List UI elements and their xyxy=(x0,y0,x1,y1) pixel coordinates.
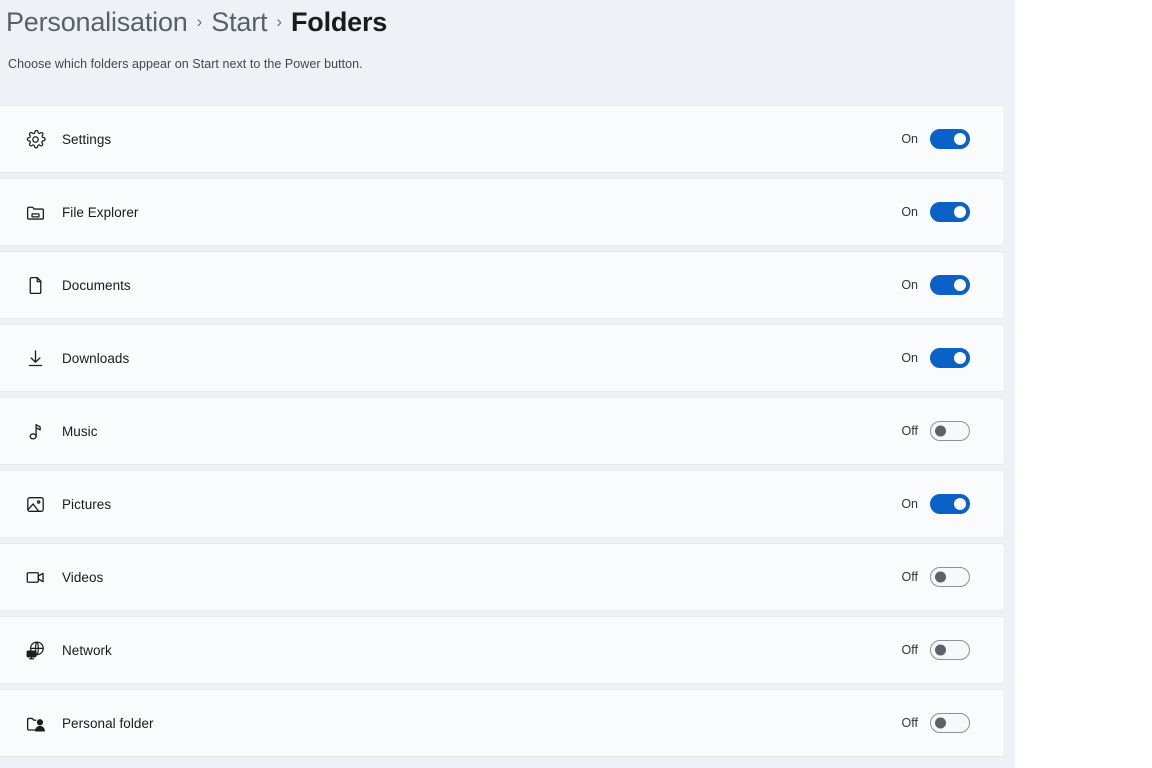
toggle-knob xyxy=(954,206,966,218)
toggle-state-label-settings: On xyxy=(901,132,918,146)
toggle-state-label-personal-folder: Off xyxy=(901,716,918,730)
setting-row-downloads[interactable]: Downloads On xyxy=(0,324,1005,392)
toggle-switch-settings[interactable] xyxy=(930,129,970,149)
toggle-knob xyxy=(935,644,946,656)
personal-folder-icon xyxy=(20,708,50,738)
breadcrumb: Personalisation › Start › Folders xyxy=(6,0,1015,44)
setting-control-documents: On xyxy=(898,275,992,295)
setting-label-settings: Settings xyxy=(62,131,112,147)
setting-label-pictures: Pictures xyxy=(62,496,112,512)
toggle-switch-file-explorer[interactable] xyxy=(930,202,970,222)
toggle-knob xyxy=(954,352,966,364)
toggle-switch-downloads[interactable] xyxy=(930,348,970,368)
gear-icon xyxy=(20,124,50,154)
toggle-switch-personal-folder[interactable] xyxy=(930,713,970,733)
toggle-state-label-music: Off xyxy=(901,424,918,438)
toggle-knob xyxy=(935,425,946,437)
setting-label-documents: Documents xyxy=(62,277,131,293)
toggle-state-label-pictures: On xyxy=(901,497,918,511)
breadcrumb-separator-icon: › xyxy=(196,12,203,31)
setting-row-personal-folder[interactable]: Personal folder Off xyxy=(0,689,1005,757)
setting-label-videos: Videos xyxy=(62,569,104,585)
download-icon xyxy=(20,343,50,373)
setting-label-music: Music xyxy=(62,423,98,439)
setting-row-file-explorer[interactable]: File Explorer On xyxy=(0,178,1005,246)
toggle-switch-videos[interactable] xyxy=(930,567,970,587)
setting-control-file-explorer: On xyxy=(898,202,992,222)
setting-row-network[interactable]: Network Off xyxy=(0,616,1005,684)
setting-row-music[interactable]: Music Off xyxy=(0,397,1005,465)
setting-row-documents[interactable]: Documents On xyxy=(0,251,1005,319)
setting-label-network: Network xyxy=(62,642,112,658)
setting-label-personal-folder: Personal folder xyxy=(62,715,154,731)
page-header: Personalisation › Start › Folders Choose whi… xyxy=(0,0,1015,71)
breadcrumb-item-personalisation[interactable]: Personalisation xyxy=(6,2,188,42)
setting-control-pictures: On xyxy=(898,494,992,514)
setting-label-file-explorer: File Explorer xyxy=(62,204,139,220)
page-description: Choose which folders appear on Start nex… xyxy=(8,57,363,71)
toggle-knob xyxy=(935,717,946,729)
toggle-knob xyxy=(954,133,966,145)
music-note-icon xyxy=(20,416,50,446)
network-globe-icon xyxy=(20,635,50,665)
setting-row-settings[interactable]: Settings On xyxy=(0,105,1005,173)
setting-label-downloads: Downloads xyxy=(62,350,130,366)
document-icon xyxy=(20,270,50,300)
settings-content-pane: Personalisation › Start › Folders Choose whi… xyxy=(0,0,1015,768)
video-camera-icon xyxy=(20,562,50,592)
toggle-state-label-downloads: On xyxy=(901,351,918,365)
setting-control-music: Off xyxy=(898,421,992,441)
setting-row-videos[interactable]: Videos Off xyxy=(0,543,1005,611)
breadcrumb-item-folders: Folders xyxy=(291,7,388,37)
toggle-state-label-documents: On xyxy=(901,278,918,292)
toggle-switch-network[interactable] xyxy=(930,640,970,660)
folder-icon xyxy=(20,197,50,227)
toggle-knob xyxy=(954,279,966,291)
toggle-switch-music[interactable] xyxy=(930,421,970,441)
toggle-state-label-file-explorer: On xyxy=(901,205,918,219)
toggle-knob xyxy=(954,498,966,510)
toggle-state-label-network: Off xyxy=(901,643,918,657)
setting-control-personal-folder: Off xyxy=(898,713,992,733)
setting-control-settings: On xyxy=(898,129,992,149)
toggle-switch-documents[interactable] xyxy=(930,275,970,295)
breadcrumb-item-start[interactable]: Start xyxy=(211,2,267,42)
toggle-knob xyxy=(935,571,946,583)
setting-control-downloads: On xyxy=(898,348,992,368)
setting-control-network: Off xyxy=(898,640,992,660)
setting-control-videos: Off xyxy=(898,567,992,587)
setting-row-pictures[interactable]: Pictures On xyxy=(0,470,1005,538)
breadcrumb-separator-icon: › xyxy=(276,12,282,31)
folder-settings-list: Settings On File Explorer On Documents On Down… xyxy=(0,105,1005,757)
toggle-state-label-videos: Off xyxy=(901,570,918,584)
toggle-switch-pictures[interactable] xyxy=(930,494,970,514)
settings-page: Personalisation › Start › Folders Choose whi… xyxy=(0,0,1152,768)
picture-icon xyxy=(20,489,50,519)
